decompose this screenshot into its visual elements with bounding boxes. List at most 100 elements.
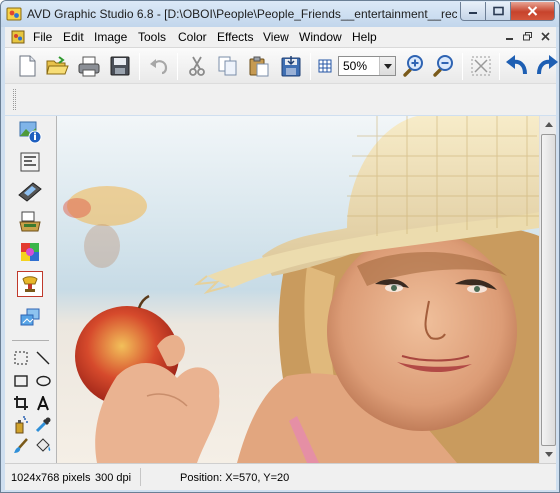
zoom-dropdown-button[interactable]	[379, 57, 395, 75]
ellipse-tool[interactable]	[34, 372, 52, 390]
close-button[interactable]	[511, 2, 555, 21]
fill-icon	[36, 438, 51, 452]
restore-icon	[522, 32, 532, 41]
crop-icon	[14, 396, 28, 410]
scroll-thumb[interactable]	[541, 134, 556, 446]
line-icon	[36, 351, 50, 365]
rotate-left-icon	[506, 55, 527, 75]
rotate-right-button[interactable]	[533, 52, 559, 80]
zoom-out-button[interactable]	[429, 52, 457, 80]
title-bar[interactable]: AVD Graphic Studio 6.8 - [D:\OBOI\People…	[1, 1, 559, 27]
open-folder-icon	[46, 56, 69, 75]
undo-button[interactable]	[145, 52, 173, 80]
paste-button[interactable]	[245, 52, 273, 80]
color-palette-icon	[21, 243, 39, 261]
zoom-in-icon	[403, 55, 423, 77]
window-title: AVD Graphic Studio 6.8 - [D:\OBOI\People…	[27, 7, 457, 21]
rect-select-tool[interactable]	[12, 349, 30, 367]
scroll-down-button[interactable]	[540, 446, 557, 463]
image-info-icon	[19, 121, 42, 144]
scanner-icon	[19, 211, 41, 232]
save-disk-icon	[110, 56, 130, 76]
toolbar-separator	[310, 53, 311, 80]
chevron-up-icon	[544, 122, 553, 127]
menu-edit[interactable]: Edit	[63, 30, 84, 44]
line-tool[interactable]	[34, 349, 52, 367]
grid-button[interactable]	[314, 52, 336, 80]
scroll-up-button[interactable]	[540, 116, 557, 133]
secondary-toolbar	[5, 83, 556, 115]
rect-select-icon	[14, 351, 28, 365]
grid-icon	[318, 59, 332, 73]
text-icon	[37, 395, 49, 410]
paste-icon	[249, 56, 269, 77]
status-separator	[140, 468, 141, 486]
toolbar-separator	[177, 53, 178, 80]
properties-button[interactable]	[17, 149, 43, 175]
eyedropper-tool[interactable]	[34, 416, 52, 434]
mdi-close-button[interactable]	[537, 29, 553, 44]
main-toolbar: 50%	[5, 47, 558, 83]
filmstrip-button[interactable]	[17, 179, 43, 205]
vertical-scrollbar[interactable]	[539, 116, 556, 463]
layers-button[interactable]	[17, 305, 43, 331]
save-button[interactable]	[106, 52, 134, 80]
rotate-right-icon	[537, 55, 558, 75]
rectangle-tool[interactable]	[12, 372, 30, 390]
toolbar-separator	[499, 53, 500, 80]
plugin-button[interactable]	[17, 271, 43, 297]
color-palette-button[interactable]	[17, 239, 43, 265]
fit-selection-icon	[471, 56, 491, 76]
menu-window[interactable]: Window	[299, 30, 342, 44]
crop-tool[interactable]	[12, 394, 30, 412]
zoom-out-icon	[433, 55, 453, 77]
photo-image	[57, 116, 539, 463]
close-icon	[540, 32, 550, 41]
scanner-button[interactable]	[17, 209, 43, 235]
zoom-value: 50%	[343, 59, 368, 73]
fit-selection-button[interactable]	[467, 52, 495, 80]
text-tool[interactable]	[34, 394, 52, 412]
new-file-icon	[19, 55, 36, 77]
open-button[interactable]	[43, 52, 71, 80]
toolbar-grip[interactable]	[13, 89, 16, 110]
rectangle-icon	[14, 375, 28, 387]
minimize-icon	[469, 12, 477, 14]
properties-icon	[20, 152, 40, 172]
image-dpi: 300 dpi	[95, 472, 132, 484]
menu-effects[interactable]: Effects	[217, 30, 253, 44]
fill-tool[interactable]	[34, 437, 52, 455]
toolbar-separator	[139, 53, 140, 80]
minimize-icon	[505, 38, 513, 40]
new-button[interactable]	[13, 52, 41, 80]
minimize-button[interactable]	[460, 2, 486, 21]
menu-tools[interactable]: Tools	[138, 30, 166, 44]
menu-image[interactable]: Image	[94, 30, 127, 44]
chevron-down-icon	[383, 63, 392, 69]
save-as-button[interactable]	[277, 52, 305, 80]
maximize-button[interactable]	[486, 2, 511, 21]
image-info-button[interactable]	[17, 119, 43, 145]
print-button[interactable]	[75, 52, 103, 80]
image-canvas[interactable]	[57, 116, 539, 463]
cut-button[interactable]	[183, 52, 211, 80]
spray-tool[interactable]	[12, 416, 30, 434]
mdi-restore-button[interactable]	[519, 29, 535, 44]
close-icon	[527, 6, 538, 16]
rotate-left-button[interactable]	[503, 52, 531, 80]
menu-file[interactable]: File	[33, 30, 52, 44]
chevron-down-icon	[544, 452, 553, 457]
menu-help[interactable]: Help	[352, 30, 377, 44]
zoom-in-button[interactable]	[399, 52, 427, 80]
spray-icon	[15, 416, 28, 434]
copy-button[interactable]	[214, 52, 242, 80]
print-icon	[78, 56, 100, 77]
zoom-select[interactable]: 50%	[338, 56, 396, 76]
document-icon[interactable]	[11, 30, 25, 44]
menu-view[interactable]: View	[263, 30, 289, 44]
mdi-minimize-button[interactable]	[501, 29, 517, 44]
brush-tool[interactable]	[12, 437, 30, 455]
menu-color[interactable]: Color	[178, 30, 207, 44]
toolbar-separator	[462, 53, 463, 80]
app-window: AVD Graphic Studio 6.8 - [D:\OBOI\People…	[0, 0, 560, 493]
